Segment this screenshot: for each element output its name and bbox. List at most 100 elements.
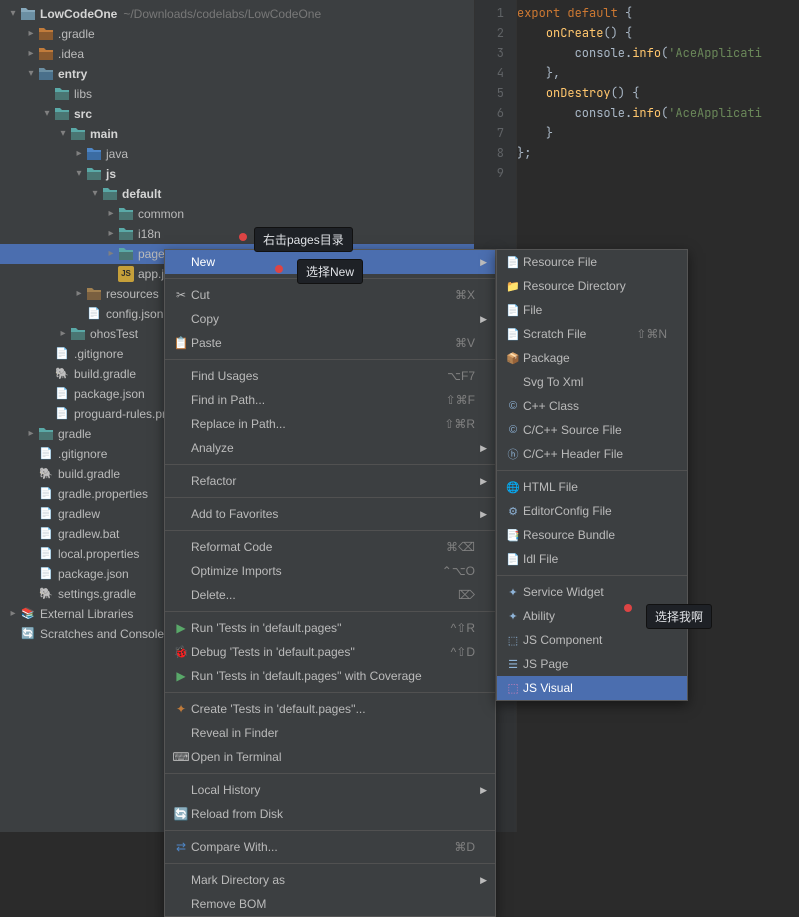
menu-item-refactor[interactable]: Refactor▶ bbox=[165, 469, 495, 493]
chevron-right-icon: ▸ bbox=[24, 24, 38, 44]
chevron-right-icon: ▶ bbox=[480, 476, 487, 487]
tree-item-gradle[interactable]: ▸.gradle bbox=[0, 24, 474, 44]
menu-item-remove-bom[interactable]: Remove BOM bbox=[165, 892, 495, 916]
menu-item-copy[interactable]: Copy▶ bbox=[165, 307, 495, 331]
module-icon bbox=[38, 66, 54, 82]
html-icon: 🌐 bbox=[503, 481, 523, 494]
debug-icon: 🐞 bbox=[171, 645, 191, 659]
submenu-item-cpphdr[interactable]: ⓗC/C++ Header File bbox=[497, 442, 687, 466]
cut-icon: ✂ bbox=[171, 288, 191, 302]
chevron-right-icon: ▸ bbox=[56, 324, 70, 344]
scratch-icon: 📄 bbox=[503, 328, 523, 341]
menu-item-paste[interactable]: 📋Paste⌘V bbox=[165, 331, 495, 355]
cpp-icon: © bbox=[503, 400, 523, 412]
chevron-right-icon: ▸ bbox=[72, 284, 86, 304]
menu-item-optimize-imports[interactable]: Optimize Imports⌃⌥O bbox=[165, 559, 495, 583]
package-icon: 📦 bbox=[503, 352, 523, 365]
submenu-item-html[interactable]: 🌐HTML File bbox=[497, 475, 687, 499]
file-icon: 📄 bbox=[38, 446, 54, 462]
chevron-right-icon: ▶ bbox=[480, 785, 487, 796]
chevron-right-icon: ▸ bbox=[104, 224, 118, 244]
tree-item-default[interactable]: ▾default bbox=[0, 184, 474, 204]
file-icon: 📄 bbox=[38, 526, 54, 542]
menu-item-reveal-finder[interactable]: Reveal in Finder bbox=[165, 721, 495, 745]
submenu-item-package[interactable]: 📦Package bbox=[497, 346, 687, 370]
folder-icon bbox=[54, 106, 70, 122]
submenu-item-bundle[interactable]: 📑Resource Bundle bbox=[497, 523, 687, 547]
submenu-item-svg[interactable]: Svg To Xml bbox=[497, 370, 687, 394]
terminal-icon: ⌨ bbox=[171, 750, 191, 764]
ability-icon: ✦ bbox=[503, 610, 523, 623]
tree-item-i18n[interactable]: ▸i18n bbox=[0, 224, 474, 244]
visual-icon: ⬚ bbox=[503, 681, 523, 695]
tree-item-libs[interactable]: libs bbox=[0, 84, 474, 104]
chevron-down-icon: ▾ bbox=[24, 64, 38, 84]
tree-item-common[interactable]: ▸common bbox=[0, 204, 474, 224]
submenu-item-resource-dir[interactable]: 📁Resource Directory bbox=[497, 274, 687, 298]
chevron-right-icon: ▸ bbox=[24, 424, 38, 444]
menu-item-replace-path[interactable]: Replace in Path...⇧⌘R bbox=[165, 412, 495, 436]
menu-item-analyze[interactable]: Analyze▶ bbox=[165, 436, 495, 460]
submenu-item-cpp[interactable]: ©C++ Class bbox=[497, 394, 687, 418]
component-icon: ⬚ bbox=[503, 634, 523, 647]
gear-icon: ⚙ bbox=[503, 505, 523, 518]
props-icon: 📄 bbox=[38, 546, 54, 562]
menu-item-compare[interactable]: ⇄Compare With...⌘D bbox=[165, 835, 495, 859]
submenu-item-idl[interactable]: 📄Idl File bbox=[497, 547, 687, 571]
menu-item-find-path[interactable]: Find in Path...⇧⌘F bbox=[165, 388, 495, 412]
js-file-icon: JS bbox=[118, 266, 134, 282]
menu-item-reformat[interactable]: Reformat Code⌘⌫ bbox=[165, 535, 495, 559]
menu-item-debug[interactable]: 🐞Debug 'Tests in 'default.pages''^⇧D bbox=[165, 640, 495, 664]
chevron-right-icon: ▶ bbox=[480, 509, 487, 520]
tree-item-java[interactable]: ▸java bbox=[0, 144, 474, 164]
folder-icon bbox=[118, 226, 134, 242]
menu-item-mark-directory[interactable]: Mark Directory as▶ bbox=[165, 868, 495, 892]
folder-icon bbox=[70, 326, 86, 342]
json-file-icon: 📄 bbox=[38, 566, 54, 582]
run-icon: ▶ bbox=[171, 621, 191, 635]
menu-item-find-usages[interactable]: Find Usages⌥F7 bbox=[165, 364, 495, 388]
compare-icon: ⇄ bbox=[171, 840, 191, 854]
menu-item-local-history[interactable]: Local History▶ bbox=[165, 778, 495, 802]
submenu-item-js-component[interactable]: ⬚JS Component bbox=[497, 628, 687, 652]
folder-icon bbox=[54, 86, 70, 102]
submenu-item-js-page[interactable]: ☰JS Page bbox=[497, 652, 687, 676]
chevron-right-icon: ▶ bbox=[480, 443, 487, 454]
menu-item-cut[interactable]: ✂Cut⌘X bbox=[165, 283, 495, 307]
folder-icon bbox=[38, 26, 54, 42]
tooltip-pages: 右击pages目录 bbox=[254, 227, 353, 252]
submenu-item-js-visual[interactable]: ⬚JS Visual bbox=[497, 676, 687, 700]
gradle-icon: 🐘 bbox=[54, 366, 70, 382]
menu-item-run[interactable]: ▶Run 'Tests in 'default.pages''^⇧R bbox=[165, 616, 495, 640]
coverage-icon: ▶ bbox=[171, 669, 191, 683]
context-menu: New▶ ✂Cut⌘X Copy▶ 📋Paste⌘V Find Usages⌥F… bbox=[164, 249, 496, 917]
menu-item-reload[interactable]: 🔄Reload from Disk bbox=[165, 802, 495, 826]
props-icon: 📄 bbox=[38, 486, 54, 502]
project-root[interactable]: ▾ LowCodeOne ~/Downloads/codelabs/LowCod… bbox=[0, 4, 474, 24]
menu-item-run-coverage[interactable]: ▶Run 'Tests in 'default.pages'' with Cov… bbox=[165, 664, 495, 688]
tree-item-idea[interactable]: ▸.idea bbox=[0, 44, 474, 64]
submenu-item-editorconfig[interactable]: ⚙EditorConfig File bbox=[497, 499, 687, 523]
submenu-item-scratch[interactable]: 📄Scratch File⇧⌘N bbox=[497, 322, 687, 346]
tree-item-entry[interactable]: ▾entry bbox=[0, 64, 474, 84]
submenu-item-resource-file[interactable]: 📄Resource File bbox=[497, 250, 687, 274]
file-icon: 📄 bbox=[54, 406, 70, 422]
cpp-hdr-icon: ⓗ bbox=[503, 446, 523, 462]
menu-item-open-terminal[interactable]: ⌨Open in Terminal bbox=[165, 745, 495, 769]
file-icon: 📄 bbox=[54, 346, 70, 362]
menu-item-create-tests[interactable]: ✦Create 'Tests in 'default.pages''... bbox=[165, 697, 495, 721]
menu-item-favorites[interactable]: Add to Favorites▶ bbox=[165, 502, 495, 526]
chevron-down-icon: ▾ bbox=[40, 104, 54, 124]
tree-item-src[interactable]: ▾src bbox=[0, 104, 474, 124]
submenu-item-file[interactable]: 📄File bbox=[497, 298, 687, 322]
folder-icon bbox=[38, 426, 54, 442]
tree-item-main[interactable]: ▾main bbox=[0, 124, 474, 144]
chevron-right-icon: ▶ bbox=[480, 875, 487, 886]
menu-item-delete[interactable]: Delete...⌦ bbox=[165, 583, 495, 607]
paste-icon: 📋 bbox=[171, 336, 191, 350]
file-icon: 📄 bbox=[503, 256, 523, 269]
tree-item-js[interactable]: ▾js bbox=[0, 164, 474, 184]
folder-icon bbox=[118, 246, 134, 262]
submenu-item-cppsrc[interactable]: ©C/C++ Source File bbox=[497, 418, 687, 442]
submenu-item-service-widget[interactable]: ✦Service Widget bbox=[497, 580, 687, 604]
